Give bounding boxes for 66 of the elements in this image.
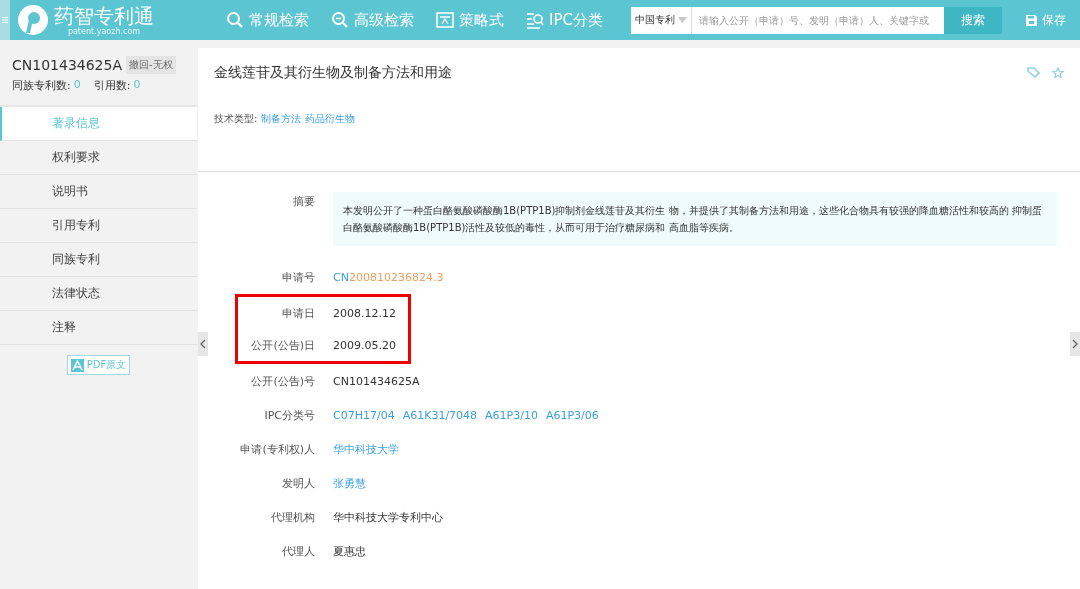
- collapse-left-button[interactable]: [198, 332, 208, 356]
- family-count-link[interactable]: 0: [73, 78, 81, 93]
- field-label: IPC分类号: [263, 407, 315, 423]
- logo-text: 药智专利通: [54, 4, 154, 27]
- sidebar-item[interactable]: 注释: [0, 311, 197, 345]
- search-field[interactable]: 请输入公开（申请）号、发明（申请）人、关键字或: [691, 6, 944, 34]
- field-link[interactable]: C07H17/04: [333, 408, 395, 422]
- field-label: 申请(专利权)人: [239, 441, 315, 457]
- sidebar-item[interactable]: 说明书: [0, 175, 197, 209]
- citation-count-label: 引用数:: [93, 78, 131, 93]
- citation-count-link[interactable]: 0: [133, 78, 141, 93]
- field-label: 申请号: [281, 269, 315, 285]
- patent-title: 金线莲苷及其衍生物及制备方法和用途: [214, 64, 452, 82]
- sidebar-item[interactable]: 法律状态: [0, 277, 197, 311]
- field-value: 2008.12.12: [333, 306, 396, 320]
- field-value: 夏惠忠: [333, 543, 366, 559]
- field-label: 代理人: [281, 543, 315, 559]
- pdf-button[interactable]: PDF原文: [66, 355, 131, 375]
- logo-icon: [16, 3, 50, 37]
- application-number: CN200810236824.3: [333, 270, 444, 284]
- search-icon: [226, 11, 244, 29]
- family-count-label: 同族专利数:: [12, 78, 71, 93]
- logo-subtitle: patent.yaozh.com: [67, 26, 141, 36]
- nav-link[interactable]: 常规检索: [226, 10, 309, 30]
- caret-icon: [677, 17, 687, 23]
- formula-icon: [436, 12, 454, 28]
- nav-link[interactable]: IPC分类: [526, 10, 603, 30]
- sidebar-item[interactable]: 著录信息: [0, 107, 197, 141]
- field-link[interactable]: 张勇慧: [333, 475, 366, 491]
- list-search-icon: [526, 11, 544, 29]
- field-value: 2009.05.20: [333, 338, 396, 352]
- field-label: 发明人: [281, 475, 315, 491]
- field-label: 申请日: [281, 305, 315, 321]
- nav-link[interactable]: 高级检索: [331, 10, 414, 30]
- patent-number: CN101434625A: [12, 57, 122, 73]
- star-icon[interactable]: [1052, 67, 1064, 79]
- field-label: 摘要: [292, 194, 315, 209]
- field-value: CN101434625A: [333, 374, 420, 388]
- abstract-text: 本发明公开了一种蛋白酪氨酸磷酸酶1B(PTP1B)抑制剂金线莲苷及其衍生 物，并提供了其制备方法和用途，这些化合物具有较强的降血糖活性和较高的 抑制蛋白酪氨酸磷酸酶1B(PTP1B)活性及较低的毒性，从而可用于治疗糖尿病和 高血脂等疾病。: [333, 192, 1057, 246]
- status-badge: 撤回-无权: [126, 56, 176, 74]
- sidebar-item[interactable]: 引用专利: [0, 209, 197, 243]
- tech-type-link[interactable]: 药品衍生物: [305, 112, 356, 126]
- collapse-right-button[interactable]: [1070, 332, 1080, 356]
- sidebar-item[interactable]: 同族专利: [0, 243, 197, 277]
- menu-icon[interactable]: [2, 17, 8, 23]
- field-value: 华中科技大学专利中心: [333, 509, 443, 525]
- scope-dropdown[interactable]: 中国专利: [630, 6, 692, 34]
- field-link[interactable]: 华中科技大学: [333, 441, 399, 457]
- pdf-icon: [70, 358, 84, 372]
- tag-icon[interactable]: [1027, 67, 1040, 78]
- tech-type-label: 技术类型:: [214, 112, 258, 126]
- field-label: 公开(公告)日: [250, 337, 315, 353]
- chevron-left-icon: [200, 339, 206, 349]
- nav-link[interactable]: 策略式: [436, 10, 504, 30]
- field-label: 公开(公告)号: [250, 373, 315, 389]
- field-label: 代理机构: [270, 509, 315, 525]
- save-button[interactable]: 保存: [1019, 10, 1072, 30]
- chevron-right-icon: [1072, 339, 1078, 349]
- save-icon: [1025, 14, 1037, 26]
- tech-type-link[interactable]: 制备方法: [261, 112, 302, 126]
- search-button[interactable]: 搜索: [943, 6, 1002, 34]
- field-link[interactable]: A61P3/10: [485, 408, 538, 422]
- sidebar-item[interactable]: 权利要求: [0, 141, 197, 175]
- field-link[interactable]: A61K31/7048: [402, 408, 478, 422]
- field-link[interactable]: A61P3/06: [545, 408, 599, 422]
- zoom-out-icon: [331, 11, 349, 29]
